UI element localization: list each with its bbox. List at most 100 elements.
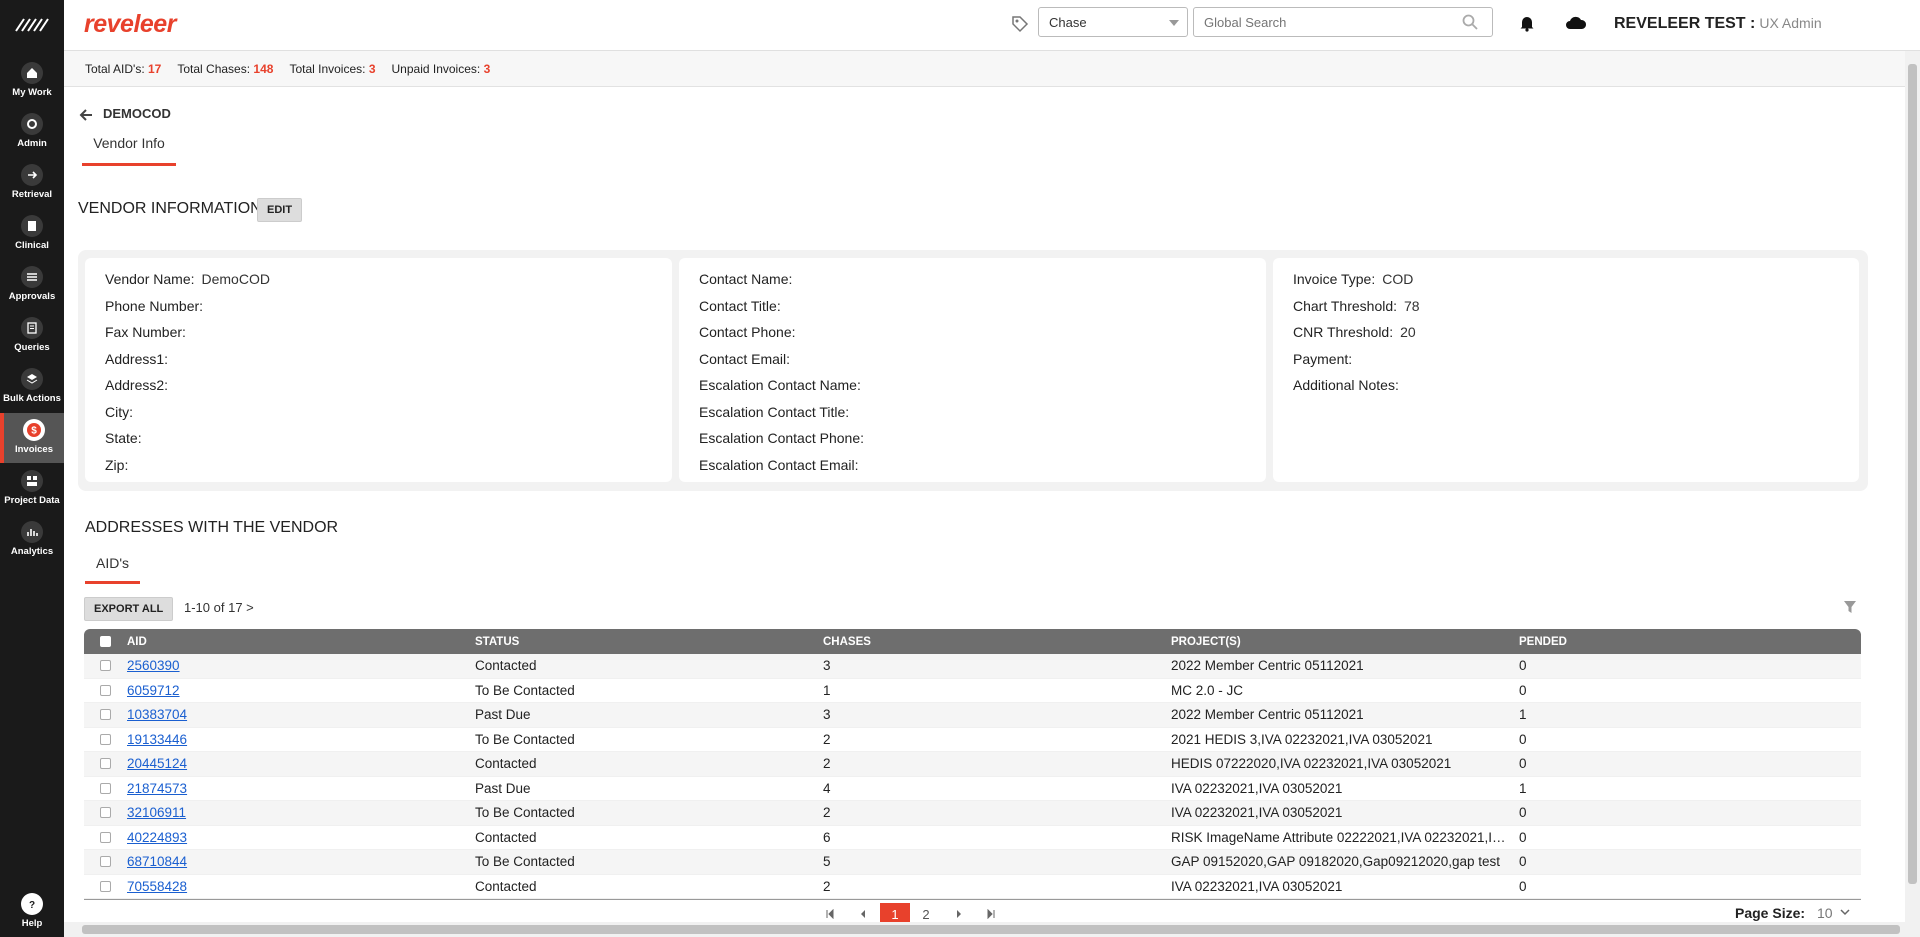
chase-select[interactable]: Chase bbox=[1038, 7, 1188, 37]
table-body: 2560390 Contacted 3 2022 Member Centric 051… bbox=[84, 654, 1861, 899]
vendor-info-card-2: Contact Name: Contact Title: Contact Phone… bbox=[679, 258, 1266, 482]
sidebar-item-approvals[interactable]: Approvals bbox=[0, 260, 64, 310]
brand-logo[interactable]: reveleer bbox=[84, 10, 176, 39]
vendor-info-card-1: Vendor Name: DemoCOD Phone Number: Fax Numb… bbox=[85, 258, 672, 482]
user-name: REVELEER TEST : bbox=[1614, 15, 1756, 32]
global-search-input[interactable] bbox=[1193, 7, 1493, 37]
sidebar-item-project-data[interactable]: Project Data bbox=[0, 464, 64, 514]
cell-pended: 0 bbox=[1519, 854, 1527, 870]
table-row[interactable]: 2560390 Contacted 3 2022 Member Centric 051… bbox=[84, 654, 1861, 679]
row-checkbox[interactable] bbox=[100, 733, 111, 745]
row-checkbox[interactable] bbox=[100, 880, 111, 892]
aid-link[interactable]: 10383704 bbox=[127, 707, 187, 722]
row-checkbox[interactable] bbox=[100, 709, 111, 721]
sidebar-item-label: Project Data bbox=[4, 495, 60, 506]
vendor-field-label: CNR Threshold: bbox=[1293, 324, 1394, 341]
table-row[interactable]: 21874573 Past Due 4 IVA 02232021,IVA 030520… bbox=[84, 777, 1861, 801]
col-header-chases[interactable]: CHASES bbox=[823, 636, 1171, 648]
vendor-field-label: Escalation Contact Phone: bbox=[699, 430, 864, 447]
sidebar-item-help[interactable]: ? Help bbox=[0, 887, 64, 937]
sidebar-item-label: Admin bbox=[17, 138, 47, 149]
table-header: AID STATUS CHASES PROJECT(S) PENDED bbox=[84, 629, 1861, 654]
document-lines-icon bbox=[21, 317, 43, 339]
sidebar-item-queries[interactable]: Queries bbox=[0, 311, 64, 361]
export-all-button[interactable]: EXPORT ALL bbox=[84, 597, 174, 621]
select-all-checkbox[interactable] bbox=[100, 636, 111, 647]
row-checkbox[interactable] bbox=[100, 831, 111, 843]
vendor-field: State: bbox=[105, 425, 652, 452]
vendor-field-label: Contact Email: bbox=[699, 350, 791, 367]
row-checkbox[interactable] bbox=[100, 782, 111, 794]
vendor-field-label: Fax Number: bbox=[105, 324, 186, 341]
chase-select-value: Chase bbox=[1049, 15, 1087, 30]
aid-link[interactable]: 40224893 bbox=[127, 830, 187, 845]
tab-vendor-info[interactable]: Vendor Info bbox=[82, 134, 176, 166]
col-header-status[interactable]: STATUS bbox=[475, 636, 823, 648]
row-checkbox[interactable] bbox=[100, 856, 111, 868]
tab-aids[interactable]: AID's bbox=[85, 550, 140, 584]
table-row[interactable]: 10383704 Past Due 3 2022 Member Centric 051… bbox=[84, 703, 1861, 728]
vertical-scrollbar-thumb[interactable] bbox=[1908, 64, 1917, 884]
row-checkbox[interactable] bbox=[100, 684, 111, 696]
sidebar-item-retrieval[interactable]: Retrieval bbox=[0, 158, 64, 208]
page-size-label: Page Size: bbox=[1735, 905, 1806, 921]
vendor-field-value: 20 bbox=[1400, 324, 1416, 341]
vendor-field-value: DemoCOD bbox=[201, 271, 270, 288]
row-checkbox[interactable] bbox=[100, 807, 111, 819]
aid-link[interactable]: 21874573 bbox=[127, 781, 187, 796]
table-row[interactable]: 20445124 Contacted 2 HEDIS 07222020,IVA 022… bbox=[84, 752, 1861, 777]
table-row[interactable]: 32106911 To Be Contacted 2 IVA 02232021,IVA… bbox=[84, 801, 1861, 826]
sidebar-item-label: Bulk Actions bbox=[3, 393, 61, 404]
unpaid-invoices: Unpaid Invoices: 3 bbox=[391, 61, 491, 76]
cell-pended: 1 bbox=[1519, 780, 1527, 796]
vendor-field: Address1: bbox=[105, 346, 652, 373]
page-size-select[interactable]: 10 bbox=[1817, 905, 1833, 921]
cell-chases: 2 bbox=[823, 756, 831, 772]
table-row[interactable]: 6059712 To Be Contacted 1 MC 2.0 - JC 0 bbox=[84, 679, 1861, 703]
app-logo-icon[interactable] bbox=[0, 0, 64, 50]
layers-icon bbox=[21, 368, 43, 390]
aid-link[interactable]: 2560390 bbox=[127, 658, 180, 673]
tag-icon[interactable] bbox=[1010, 14, 1030, 34]
vendor-field: Additional Notes: bbox=[1293, 372, 1839, 399]
aid-link[interactable]: 68710844 bbox=[127, 854, 187, 869]
vendor-field: City: bbox=[105, 399, 652, 426]
cell-chases: 2 bbox=[823, 878, 831, 894]
user-menu[interactable]: REVELEER TEST : UX Admin bbox=[1614, 15, 1822, 33]
sidebar-item-my-work[interactable]: My Work bbox=[0, 56, 64, 106]
table-row[interactable]: 68710844 To Be Contacted 5 GAP 09152020,GAP… bbox=[84, 850, 1861, 875]
aid-link[interactable]: 32106911 bbox=[127, 805, 186, 820]
sidebar-item-clinical[interactable]: Clinical bbox=[0, 209, 64, 259]
table-row[interactable]: 70558428 Contacted 2 IVA 02232021,IVA 03052… bbox=[84, 875, 1861, 899]
sidebar-item-invoices[interactable]: $ Invoices bbox=[0, 413, 64, 463]
total-invoices: Total Invoices: 3 bbox=[289, 61, 376, 76]
col-header-pended[interactable]: PENDED bbox=[1519, 636, 1859, 648]
aid-link[interactable]: 70558428 bbox=[127, 879, 187, 894]
row-checkbox[interactable] bbox=[100, 660, 111, 672]
vendor-field-label: Contact Name: bbox=[699, 271, 793, 288]
aid-link[interactable]: 20445124 bbox=[127, 756, 187, 771]
table-row[interactable]: 19133446 To Be Contacted 2 2021 HEDIS 3,IVA… bbox=[84, 728, 1861, 752]
sidebar-item-analytics[interactable]: Analytics bbox=[0, 515, 64, 565]
cell-projects: 2021 HEDIS 3,IVA 02232021,IVA 03052021 bbox=[1171, 731, 1433, 747]
bell-icon[interactable] bbox=[1518, 14, 1536, 32]
record-range[interactable]: 1-10 of 17 > bbox=[184, 600, 254, 615]
col-header-projects[interactable]: PROJECT(S) bbox=[1171, 636, 1519, 648]
row-checkbox[interactable] bbox=[100, 758, 111, 770]
sidebar-item-admin[interactable]: Admin bbox=[0, 107, 64, 157]
chevron-down-icon[interactable] bbox=[1840, 907, 1850, 917]
edit-button[interactable]: EDIT bbox=[257, 198, 303, 222]
aid-link[interactable]: 19133446 bbox=[127, 732, 187, 747]
search-icon[interactable] bbox=[1461, 13, 1479, 31]
back-arrow-icon[interactable] bbox=[78, 107, 94, 123]
svg-text:$: $ bbox=[31, 426, 37, 437]
aid-link[interactable]: 6059712 bbox=[127, 683, 180, 698]
cloud-icon[interactable] bbox=[1565, 14, 1587, 32]
vendor-field-label: Escalation Contact Title: bbox=[699, 403, 850, 420]
col-header-aid[interactable]: AID bbox=[127, 636, 475, 648]
filter-icon[interactable] bbox=[1843, 600, 1857, 614]
vendor-field: Vendor Name: DemoCOD bbox=[105, 266, 652, 293]
table-row[interactable]: 40224893 Contacted 6 RISK ImageName Attribu… bbox=[84, 826, 1861, 850]
horizontal-scrollbar-thumb[interactable] bbox=[82, 925, 1900, 934]
sidebar-item-bulk-actions[interactable]: Bulk Actions bbox=[0, 362, 64, 412]
